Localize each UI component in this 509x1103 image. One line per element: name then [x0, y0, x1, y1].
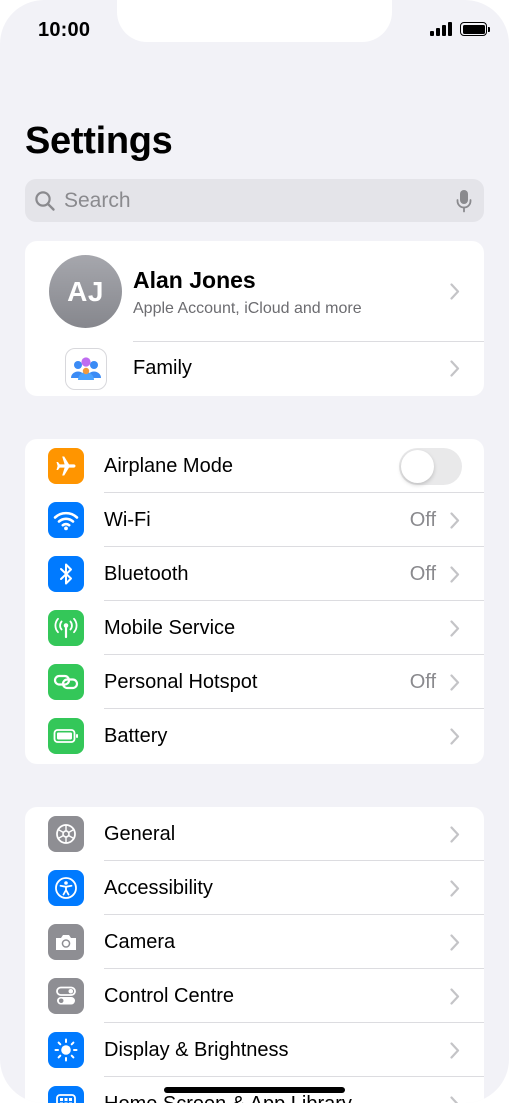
settings-row-personal-hotspot[interactable]: Personal Hotspot Off	[25, 655, 484, 709]
row-label: Airplane Mode	[104, 455, 233, 477]
connectivity-group: Airplane Mode Wi-Fi Off Bluetooth Off Mo…	[25, 439, 484, 764]
settings-row-airplane-mode[interactable]: Airplane Mode	[25, 439, 484, 493]
settings-row-display-brightness[interactable]: Display & Brightness	[25, 1023, 484, 1077]
battery-icon	[48, 718, 84, 754]
search-icon	[35, 190, 55, 211]
row-label: Accessibility	[104, 877, 213, 899]
family-label: Family	[133, 357, 192, 379]
settings-row-camera[interactable]: Camera	[25, 915, 484, 969]
row-label: Bluetooth	[104, 563, 189, 585]
chevron-right-icon	[450, 674, 460, 691]
sun-icon	[48, 1032, 84, 1068]
settings-row-general[interactable]: General	[25, 807, 484, 861]
row-label: Wi-Fi	[104, 509, 151, 531]
settings-row-control-centre[interactable]: Control Centre	[25, 969, 484, 1023]
row-label: Battery	[104, 725, 168, 747]
camera-icon	[48, 924, 84, 960]
row-label: Home Screen & App Library	[104, 1093, 352, 1103]
avatar: AJ	[49, 255, 122, 328]
search-input[interactable]: Search	[25, 179, 484, 222]
settings-row-bluetooth[interactable]: Bluetooth Off	[25, 547, 484, 601]
row-label: General	[104, 823, 176, 845]
chevron-right-icon	[450, 880, 460, 897]
app-grid-icon	[48, 1086, 84, 1103]
bluetooth-icon	[48, 556, 84, 592]
row-label: Personal Hotspot	[104, 671, 258, 693]
chevron-right-icon	[450, 1042, 460, 1059]
chevron-right-icon	[450, 988, 460, 1005]
profile-subtitle: Apple Account, iCloud and more	[133, 300, 362, 317]
chevron-right-icon	[450, 283, 460, 300]
battery-status-icon	[460, 22, 490, 36]
apple-account-row[interactable]: AJ Alan Jones Apple Account, iCloud and …	[25, 241, 484, 341]
phone-screen: 10:00 Settings Search AJ Alan Jones Appl…	[0, 0, 509, 1103]
gear-icon	[48, 816, 84, 852]
home-indicator[interactable]	[164, 1087, 345, 1093]
settings-row-mobile-service[interactable]: Mobile Service	[25, 601, 484, 655]
row-label: Control Centre	[104, 985, 235, 1007]
row-label: Camera	[104, 931, 176, 953]
status-indicators	[430, 22, 490, 36]
microphone-icon[interactable]	[456, 189, 472, 213]
status-time: 10:00	[38, 19, 91, 41]
profile-card: AJ Alan Jones Apple Account, iCloud and …	[25, 241, 484, 396]
accessibility-icon	[48, 870, 84, 906]
airplane-mode-toggle[interactable]	[399, 448, 462, 485]
chevron-right-icon	[450, 512, 460, 529]
family-icon	[65, 348, 107, 390]
chevron-right-icon	[450, 566, 460, 583]
settings-row-accessibility[interactable]: Accessibility	[25, 861, 484, 915]
hotspot-link-icon	[48, 664, 84, 700]
toggles-icon	[48, 978, 84, 1014]
profile-name: Alan Jones	[133, 267, 256, 293]
wifi-icon	[48, 502, 84, 538]
device-notch	[117, 0, 392, 42]
row-value: Off	[409, 563, 436, 585]
chevron-right-icon	[450, 826, 460, 843]
row-label: Mobile Service	[104, 617, 236, 639]
family-row[interactable]: Family	[25, 341, 484, 396]
chevron-right-icon	[450, 620, 460, 637]
row-value: Off	[409, 509, 436, 531]
cellular-signal-icon	[430, 22, 452, 36]
chevron-right-icon	[450, 728, 460, 745]
row-value: Off	[409, 671, 436, 693]
chevron-right-icon	[450, 934, 460, 951]
settings-row-wifi[interactable]: Wi-Fi Off	[25, 493, 484, 547]
system-group: General Accessibility Camera Control Cen…	[25, 807, 484, 1103]
search-placeholder: Search	[64, 188, 131, 212]
settings-row-battery[interactable]: Battery	[25, 709, 484, 763]
airplane-icon	[48, 448, 84, 484]
chevron-right-icon	[450, 1096, 459, 1103]
page-title: Settings	[25, 120, 173, 162]
antenna-icon	[48, 610, 84, 646]
chevron-right-icon	[450, 360, 460, 377]
row-label: Display & Brightness	[104, 1039, 289, 1061]
